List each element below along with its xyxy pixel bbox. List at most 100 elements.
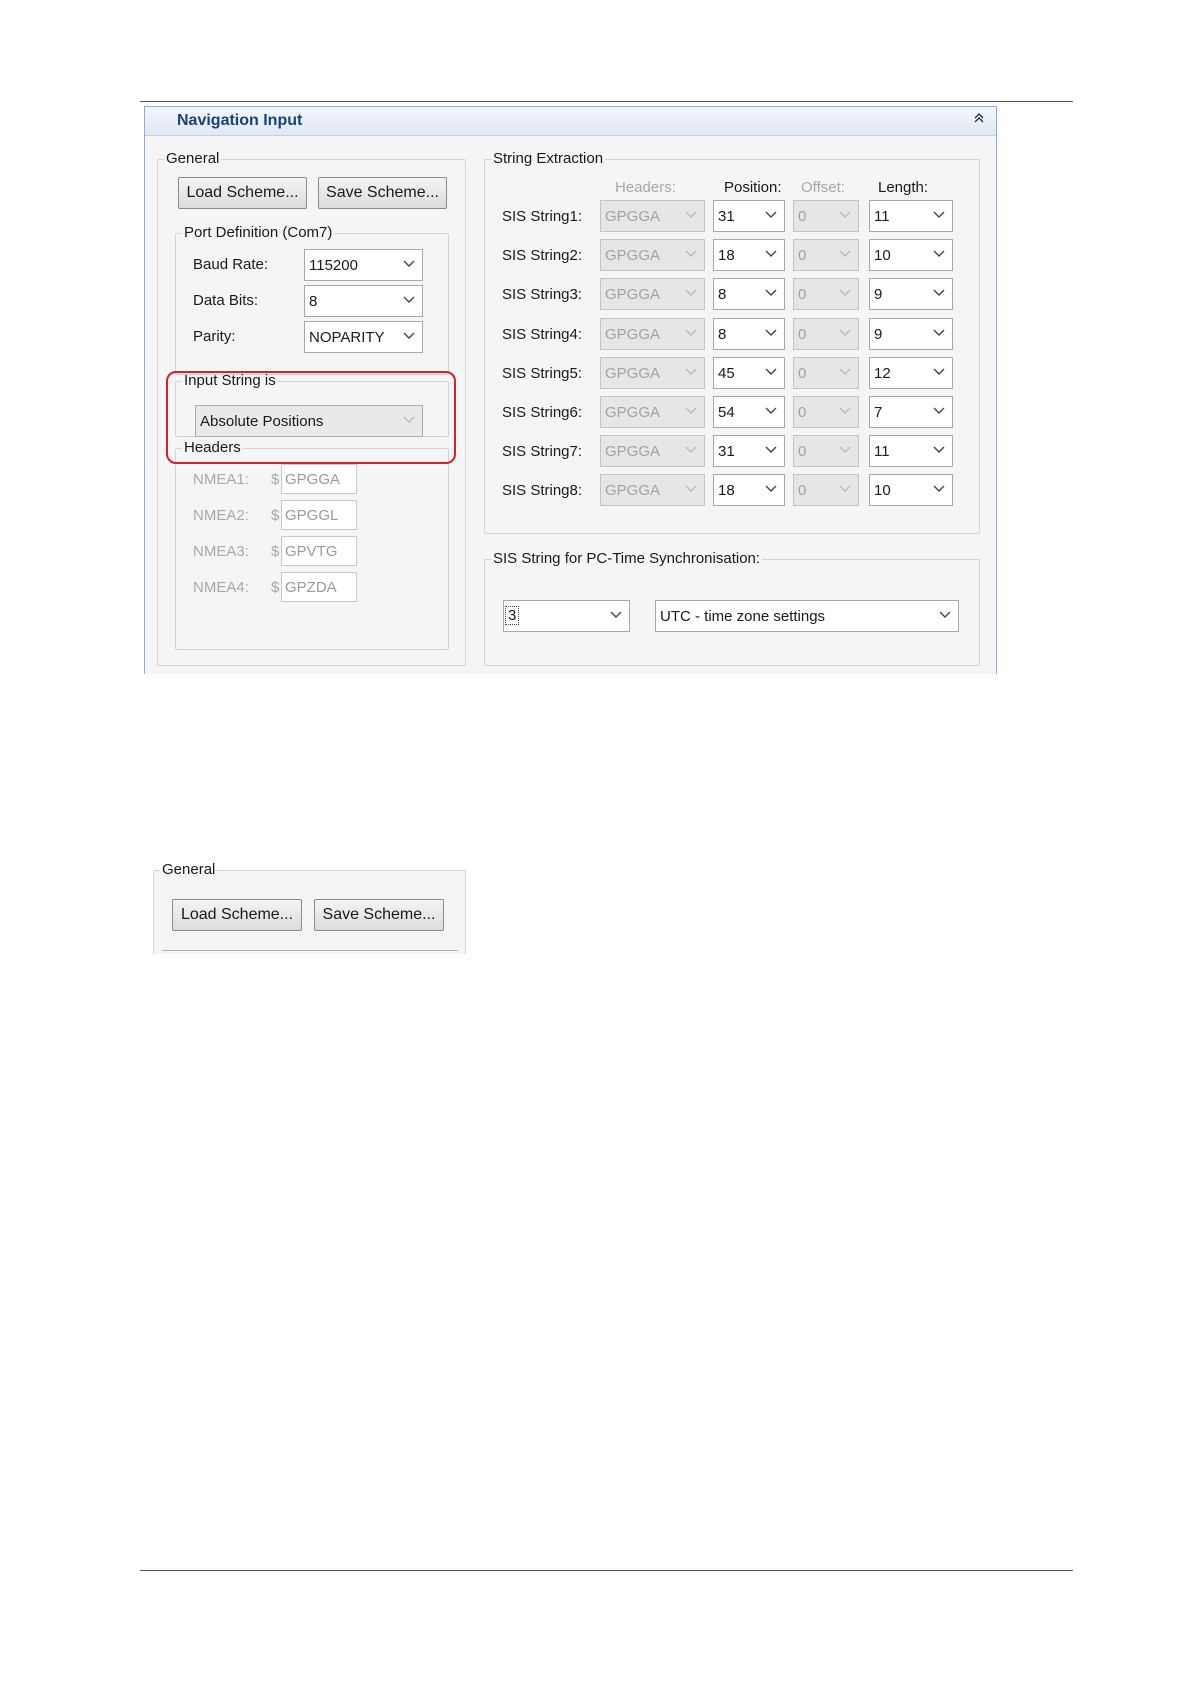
- load-scheme-button[interactable]: Load Scheme...: [178, 177, 307, 209]
- header-value: GPGGA: [605, 286, 661, 304]
- length-select[interactable]: 11: [869, 435, 953, 468]
- offset-value: 0: [798, 208, 807, 225]
- crop-save-scheme-button[interactable]: Save Scheme...: [314, 899, 444, 931]
- position-select[interactable]: 31: [713, 435, 785, 468]
- offset-select[interactable]: 0: [793, 474, 859, 507]
- header-select[interactable]: GPGGA: [600, 356, 705, 389]
- dollar-prefix: $: [271, 579, 280, 596]
- length-select[interactable]: 9: [869, 278, 953, 311]
- save-scheme-button[interactable]: Save Scheme...: [318, 177, 447, 209]
- chevron-down-icon: [933, 211, 945, 218]
- length-select[interactable]: 10: [869, 474, 953, 507]
- header-value: GPGGA: [605, 443, 661, 461]
- nmea-header-value: GPVTG: [285, 543, 338, 560]
- header-select[interactable]: GPGGA: [600, 239, 705, 272]
- header-value: GPGGA: [605, 364, 661, 382]
- baud-rate-select[interactable]: 115200: [304, 249, 423, 281]
- offset-select[interactable]: 0: [793, 200, 859, 232]
- nmea-label: NMEA4:: [193, 579, 249, 596]
- offset-select[interactable]: 0: [793, 435, 859, 468]
- offset-select[interactable]: 0: [793, 396, 859, 428]
- collapse-icon[interactable]: [972, 111, 986, 128]
- parity-select[interactable]: NOPARITY: [304, 321, 423, 353]
- chevron-down-icon: [765, 485, 777, 493]
- header-select[interactable]: GPGGA: [600, 435, 705, 468]
- chevron-down-icon: [933, 250, 945, 258]
- chevron-down-icon: [765, 407, 777, 414]
- length-select[interactable]: 11: [869, 200, 953, 232]
- nmea-header-field[interactable]: GPVTG: [281, 536, 357, 566]
- length-select[interactable]: 9: [869, 317, 953, 350]
- position-select[interactable]: 8: [713, 317, 785, 350]
- length-select[interactable]: 7: [869, 396, 953, 428]
- position-value: 8: [718, 325, 727, 343]
- panel-header: Navigation Input: [145, 107, 996, 136]
- crop-load-scheme-button[interactable]: Load Scheme...: [172, 899, 302, 931]
- input-string-highlight: [166, 371, 456, 464]
- offset-select[interactable]: 0: [793, 356, 859, 389]
- dollar-prefix: $: [271, 471, 280, 488]
- sync-string-select[interactable]: 3: [503, 600, 630, 632]
- chevron-down-icon: [839, 446, 851, 454]
- general-crop: General Load Scheme... Save Scheme...: [150, 862, 470, 954]
- dollar-prefix: $: [271, 507, 280, 524]
- chevron-down-icon: [839, 250, 851, 258]
- length-select[interactable]: 12: [869, 356, 953, 389]
- length-value: 7: [874, 404, 883, 421]
- top-rule: [140, 101, 1073, 102]
- col-header-length: Length:: [878, 179, 929, 196]
- header-select[interactable]: GPGGA: [600, 317, 705, 350]
- length-value: 9: [874, 325, 883, 343]
- panel-title: Navigation Input: [177, 112, 303, 129]
- nmea-header-field[interactable]: GPGGL: [281, 500, 357, 530]
- offset-select[interactable]: 0: [793, 239, 859, 272]
- chevron-down-icon: [839, 368, 851, 375]
- position-value: 45: [718, 364, 735, 382]
- header-select[interactable]: GPGGA: [600, 278, 705, 311]
- nmea-header-field[interactable]: GPZDA: [281, 572, 357, 602]
- col-header-headers: Headers:: [615, 179, 676, 196]
- bottom-rule: [140, 1570, 1073, 1571]
- chevron-down-icon: [765, 329, 777, 336]
- sis-string-label: SIS String2:: [502, 247, 583, 265]
- position-select[interactable]: 45: [713, 356, 785, 389]
- col-header-offset: Offset:: [801, 179, 845, 196]
- length-select[interactable]: 10: [869, 239, 953, 272]
- chevron-down-icon: [685, 289, 697, 297]
- length-value: 12: [874, 364, 891, 382]
- offset-value: 0: [798, 404, 807, 421]
- port-definition-legend: Port Definition (Com7): [184, 224, 333, 241]
- header-select[interactable]: GPGGA: [600, 396, 705, 428]
- sis-string-label: SIS String5:: [502, 364, 583, 382]
- timezone-select[interactable]: UTC - time zone settings: [655, 600, 959, 632]
- length-value: 10: [874, 247, 891, 265]
- position-select[interactable]: 18: [713, 474, 785, 507]
- position-value: 8: [718, 286, 727, 304]
- position-select[interactable]: 8: [713, 278, 785, 311]
- header-value: GPGGA: [605, 325, 661, 343]
- chevron-down-icon: [403, 296, 415, 303]
- header-select[interactable]: GPGGA: [600, 200, 705, 232]
- data-bits-select[interactable]: 8: [304, 285, 423, 317]
- header-select[interactable]: GPGGA: [600, 474, 705, 507]
- chevron-down-icon: [939, 611, 951, 618]
- position-value: 31: [718, 443, 735, 461]
- time-sync-legend: SIS String for PC-Time Synchronisation:: [493, 550, 761, 567]
- header-value: GPGGA: [605, 482, 661, 500]
- chevron-down-icon: [765, 446, 777, 454]
- crop-general-legend: General: [162, 862, 216, 878]
- chevron-down-icon: [839, 329, 851, 336]
- sync-string-value: 3: [504, 606, 520, 625]
- position-select[interactable]: 31: [713, 200, 785, 232]
- chevron-down-icon: [933, 485, 945, 493]
- position-select[interactable]: 18: [713, 239, 785, 272]
- offset-select[interactable]: 0: [793, 317, 859, 350]
- chevron-down-icon: [933, 407, 945, 414]
- position-select[interactable]: 54: [713, 396, 785, 428]
- nmea-header-field[interactable]: GPGGA: [281, 464, 357, 494]
- offset-select[interactable]: 0: [793, 278, 859, 311]
- parity-value: NOPARITY: [309, 329, 385, 346]
- position-value: 18: [718, 247, 735, 265]
- chevron-down-icon: [685, 368, 697, 375]
- sis-string-label: SIS String8:: [502, 482, 583, 500]
